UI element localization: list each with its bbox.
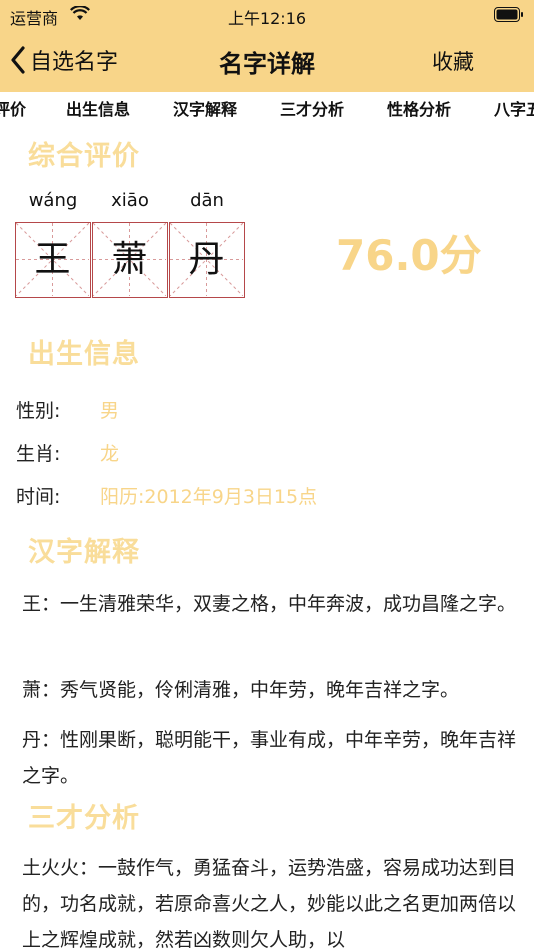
hanzi-explain-3: 丹：性刚果断，聪明能干，事业有成，中年辛劳，晚年吉祥之字。 (22, 729, 517, 787)
gender-value: 男 (100, 400, 120, 422)
name-char-1: 王 (34, 239, 71, 280)
status-bar: 运营商 上午12:16 (0, 0, 534, 30)
zodiac-value: 龙 (100, 443, 120, 465)
name-char-2: 萧 (111, 239, 148, 280)
char-grid-3: 丹 (169, 222, 245, 298)
back-label: 自选名字 (30, 50, 119, 75)
navigation-bar: 自选名字 名字详解 收藏 (0, 30, 534, 92)
section-title-birth: 出生信息 (28, 339, 140, 370)
favorite-button[interactable]: 收藏 (432, 46, 474, 76)
section-title-hanzi: 汉字解释 (28, 537, 140, 568)
battery-icon (494, 7, 523, 22)
name-char-3: 丹 (188, 239, 225, 280)
hanzi-explain-1: 王：一生清雅荣华，双妻之格，中年奔波，成功昌隆之字。 (22, 593, 517, 615)
tab-birth-info[interactable]: 出生信息 (66, 96, 130, 120)
char-grid-2: 萧 (92, 222, 168, 298)
chevron-left-icon (11, 46, 25, 74)
tab-evaluation[interactable]: 评价 (0, 96, 26, 120)
tab-bazi[interactable]: 八字五 (494, 96, 534, 120)
sancai-text: 土火火：一鼓作气，勇猛奋斗，运势浩盛，容易成功达到目的，功名成就，若原命喜火之人… (22, 857, 517, 950)
section-title-sancai: 三才分析 (28, 803, 140, 834)
tab-personality[interactable]: 性格分析 (387, 96, 451, 120)
pinyin-2: xiāo (111, 190, 149, 211)
tab-sancai[interactable]: 三才分析 (280, 96, 344, 120)
section-title-overall: 综合评价 (28, 141, 140, 172)
section-tabs: 评价 出生信息 汉字解释 三才分析 性格分析 八字五 (0, 92, 534, 122)
name-score: 76.0分 (336, 231, 482, 280)
status-time: 上午12:16 (227, 9, 307, 28)
zodiac-label: 生肖: (16, 443, 61, 465)
gender-label: 性别: (16, 400, 61, 422)
time-value: 阳历:2012年9月3日15点 (100, 486, 318, 508)
time-label: 时间: (16, 486, 61, 508)
char-grid-1: 王 (15, 222, 91, 298)
pinyin-1: wáng (28, 190, 78, 211)
back-button[interactable]: 自选名字 (10, 42, 118, 78)
pinyin-3: dān (190, 190, 224, 211)
hanzi-explain-2: 萧：秀气贤能，伶俐清雅，中年劳，晚年吉祥之字。 (22, 679, 460, 701)
tab-hanzi[interactable]: 汉字解释 (173, 96, 237, 120)
